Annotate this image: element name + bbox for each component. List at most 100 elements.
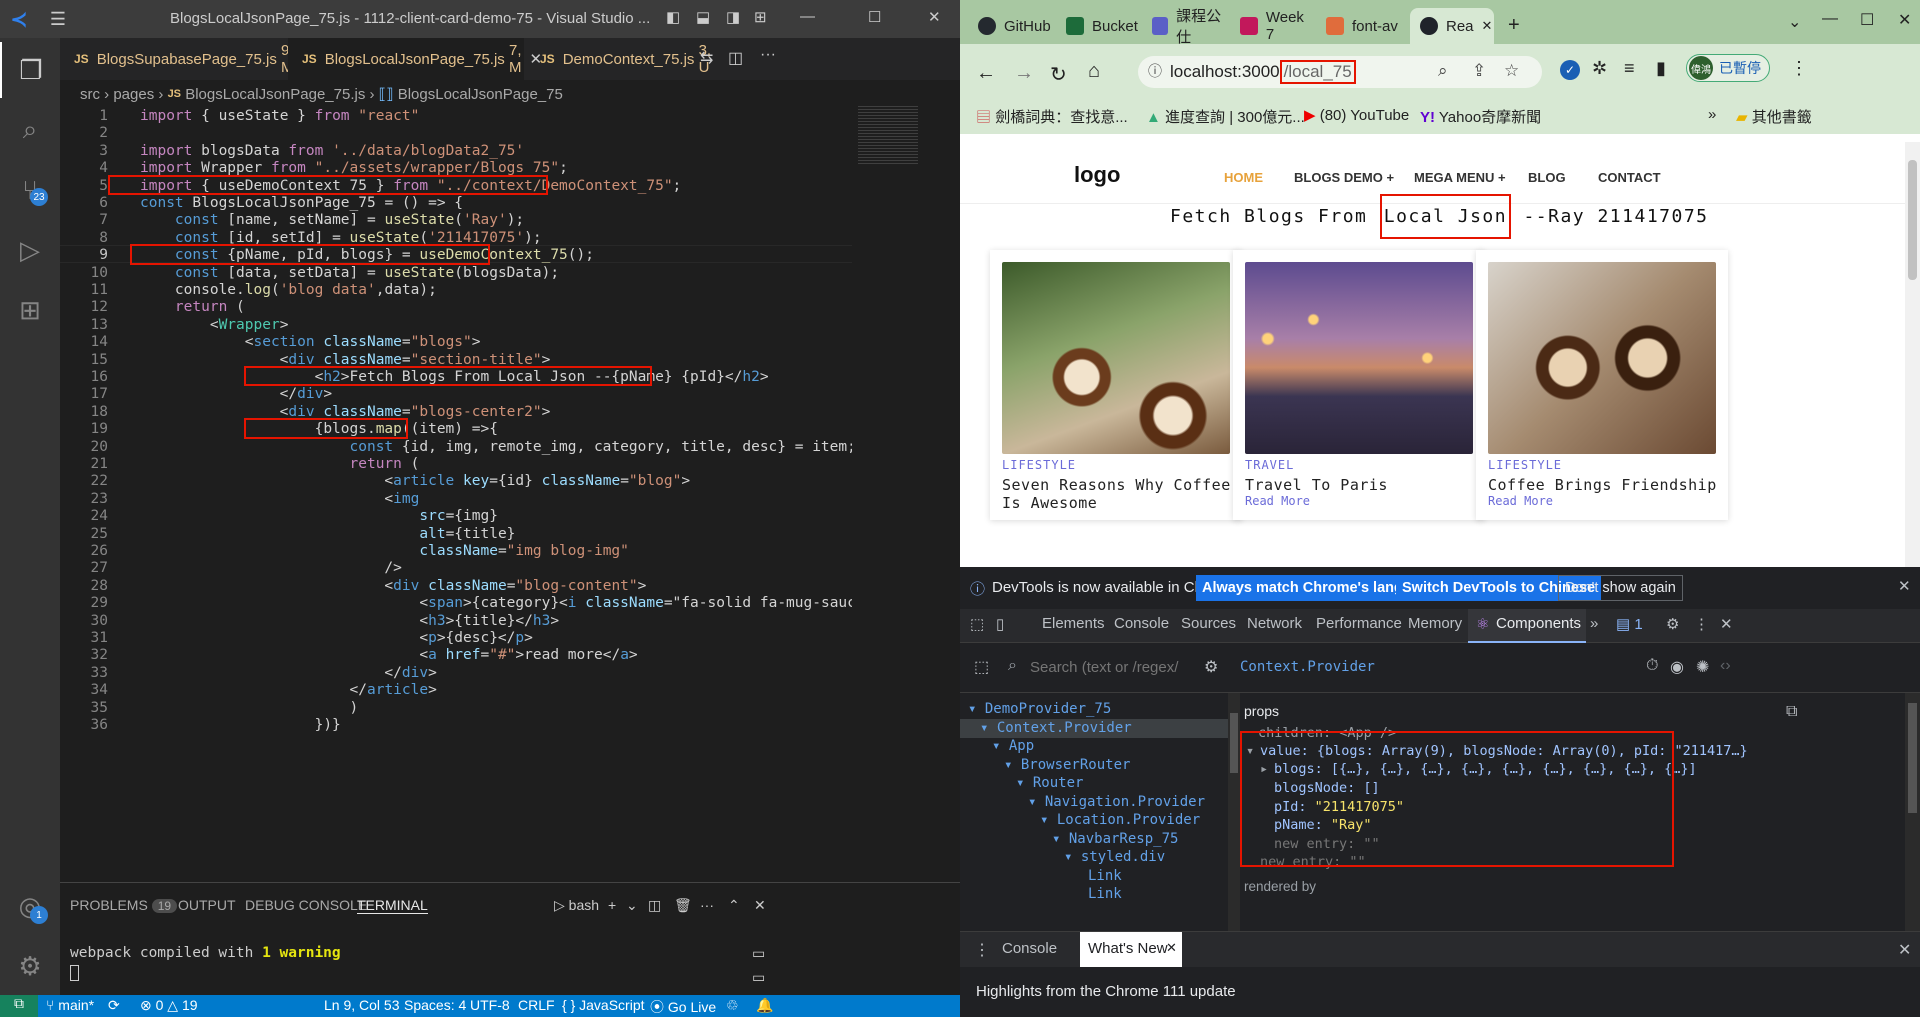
tab-components[interactable]: ⚛ Components — [1468, 609, 1586, 643]
back-icon[interactable]: ← — [976, 62, 996, 85]
code-line[interactable]: </div> — [140, 665, 436, 681]
code-line[interactable]: <p>{desc}</p> — [140, 630, 533, 646]
issues-counter[interactable]: ▤ 1 — [1616, 615, 1643, 633]
code-line[interactable]: /> — [140, 560, 401, 576]
browser-tab-active[interactable]: Rea ✕ — [1410, 8, 1494, 44]
bug-icon[interactable]: ✺ — [1696, 657, 1709, 677]
maximize-icon[interactable]: ☐ — [868, 8, 881, 26]
settings-gear-icon[interactable]: ⚙ — [0, 938, 60, 994]
other-bookmarks[interactable]: ▰ 其他書籤 — [1736, 106, 1812, 127]
forward-icon[interactable]: → — [1014, 62, 1034, 85]
code-line[interactable]: return ( — [140, 299, 245, 315]
tree-node[interactable]: Link — [1088, 886, 1122, 902]
browser-tab[interactable]: GitHub — [968, 8, 1056, 44]
tree-node[interactable]: Link — [1088, 868, 1122, 884]
tree-node[interactable]: ▾ DemoProvider_75 — [968, 701, 1111, 717]
code-line[interactable]: <img — [140, 491, 419, 507]
copy-icon[interactable]: ⧉ — [1786, 703, 1797, 721]
nav-mega-menu[interactable]: MEGA MENU + — [1414, 170, 1506, 185]
problems-indicator[interactable]: ⊗ 0 △ 19 — [140, 997, 198, 1014]
tree-node[interactable]: ▾ Location.Provider — [1040, 812, 1200, 828]
close-tab-icon[interactable]: ✕ — [1166, 940, 1177, 956]
component-settings-icon[interactable]: ⚙ — [1204, 657, 1218, 677]
toggle-sidebar-icon[interactable]: ◧ — [666, 8, 680, 26]
terminal-shell-select[interactable]: ▷ bash — [554, 897, 599, 914]
remote-icon[interactable]: ⧉ — [0, 995, 38, 1017]
nav-home[interactable]: HOME — [1224, 170, 1263, 185]
tab-performance[interactable]: Performance — [1316, 615, 1402, 632]
blog-card[interactable]: LIFESTYLE Coffee Brings Friendship Read … — [1476, 250, 1728, 520]
code-line[interactable]: <article key={id} className="blog"> — [140, 473, 690, 489]
zoom-search-icon[interactable]: ⌕ — [1438, 61, 1448, 81]
branch-indicator[interactable]: ⑂ main* — [46, 997, 94, 1013]
devtools-menu-icon[interactable]: ⋮ — [1694, 615, 1709, 633]
code-line[interactable]: className="img blog-img" — [140, 543, 629, 559]
tab-output[interactable]: OUTPUT — [178, 897, 236, 913]
blog-card[interactable]: TRAVEL Travel To Paris Read More — [1233, 250, 1485, 520]
bookmark-item[interactable]: ▶ (80) YouTube — [1304, 106, 1409, 124]
eye-icon[interactable]: ◉ — [1670, 657, 1684, 677]
tab-blogs-supabase[interactable]: JS BlogsSupabasePage_75.js 9, M — [60, 38, 294, 80]
devtools-settings-icon[interactable]: ⚙ — [1666, 615, 1679, 633]
tab-memory[interactable]: Memory — [1408, 615, 1462, 632]
tree-node[interactable]: ▾ Navigation.Provider — [1028, 794, 1205, 810]
terminal-instance-icon[interactable]: ▭ — [752, 945, 765, 962]
reload-icon[interactable]: ↻ — [1050, 62, 1067, 87]
dont-show-again-button[interactable]: Don't show again — [1558, 575, 1683, 601]
inspect-element-icon[interactable]: ⬚ — [970, 615, 984, 633]
drawer-tab-whats-new[interactable]: What's New ✕ — [1080, 932, 1182, 968]
code-editor[interactable]: 1 import { useState } from "react" 2 3 impor… — [60, 106, 852, 882]
close-drawer-icon[interactable]: ✕ — [1898, 940, 1911, 960]
read-more-link[interactable]: Read More — [1488, 494, 1553, 508]
sync-icon[interactable]: ⟳ — [108, 997, 120, 1014]
encoding[interactable]: UTF-8 — [470, 997, 510, 1013]
breadcrumb-symbol[interactable]: BlogsLocalJsonPage_75 — [398, 86, 563, 103]
browser-tab[interactable]: 課程公仕 — [1142, 8, 1230, 46]
extensions-puzzle-icon[interactable]: ✲ — [1592, 58, 1607, 79]
breadcrumb-src[interactable]: src — [80, 86, 100, 103]
close-panel-icon[interactable]: ✕ — [754, 897, 766, 914]
close-icon[interactable]: ✕ — [1898, 10, 1911, 30]
browser-tab[interactable]: font-av — [1316, 8, 1410, 44]
address-bar[interactable]: ⓘ localhost:3000/local_75 ⌕ ⇪ ☆ — [1138, 56, 1542, 88]
minimap[interactable] — [852, 106, 948, 882]
code-line[interactable]: const BlogsLocalJsonPage_75 = () => { — [140, 195, 463, 211]
breadcrumb-file[interactable]: BlogsLocalJsonPage_75.js — [185, 86, 365, 103]
kill-terminal-icon[interactable]: 🗑 — [674, 897, 692, 914]
tree-node[interactable]: ▾ BrowserRouter — [1004, 757, 1130, 773]
bookmarks-more[interactable]: » — [1708, 106, 1716, 123]
search-icon[interactable]: ⌕ — [0, 102, 60, 158]
site-info-icon[interactable]: ⓘ — [1148, 61, 1162, 81]
code-line[interactable]: <span>{category}<i className="fa-solid f… — [140, 595, 852, 611]
tab-search-icon[interactable]: ⌄ — [1788, 12, 1801, 32]
device-toolbar-icon[interactable]: ▯ — [996, 615, 1004, 633]
line-ending[interactable]: CRLF — [518, 997, 555, 1013]
tab-close-icon[interactable]: ✕ — [1482, 18, 1493, 34]
code-line[interactable]: return ( — [140, 456, 420, 472]
tree-node[interactable]: ▾ NavbarResp_75 — [1052, 831, 1178, 847]
tree-node[interactable]: ▾ Context.Provider — [980, 720, 1132, 736]
tree-node[interactable]: ▾ styled.div — [1064, 849, 1165, 865]
reading-list-icon[interactable]: ≡ — [1624, 58, 1635, 79]
code-line[interactable]: import { useState } from "react" — [140, 108, 419, 124]
explorer-icon[interactable]: ❐ — [0, 42, 60, 98]
feedback-icon[interactable]: ♲ — [726, 997, 739, 1014]
browser-tab[interactable]: Bucket — [1056, 8, 1142, 44]
bookmark-item[interactable]: ▤ 劍橋詞典：查找意... — [976, 106, 1128, 127]
new-tab-icon[interactable]: + — [1508, 14, 1520, 37]
code-line[interactable]: src={img} — [140, 508, 498, 524]
panel-more-icon[interactable]: ··· — [700, 897, 714, 913]
code-line[interactable]: alt={title} — [140, 526, 515, 542]
home-icon[interactable]: ⌂ — [1088, 60, 1100, 83]
props-scrollbar[interactable] — [1905, 693, 1920, 931]
tree-node[interactable]: ▾ Router — [1016, 775, 1083, 791]
menu-icon[interactable]: ☰ — [38, 9, 78, 30]
code-line[interactable]: ) — [140, 700, 359, 716]
code-line[interactable]: </div> — [140, 386, 332, 402]
code-line[interactable]: <div className="blog-content"> — [140, 578, 646, 594]
bookmark-item[interactable]: Y! Yahoo奇摩新聞 — [1420, 106, 1541, 127]
source-icon[interactable]: ‹› — [1720, 657, 1731, 675]
minimize-icon[interactable]: — — [1822, 10, 1838, 28]
drawer-tab-console[interactable]: Console — [1002, 940, 1057, 957]
tab-sources[interactable]: Sources — [1181, 615, 1236, 632]
